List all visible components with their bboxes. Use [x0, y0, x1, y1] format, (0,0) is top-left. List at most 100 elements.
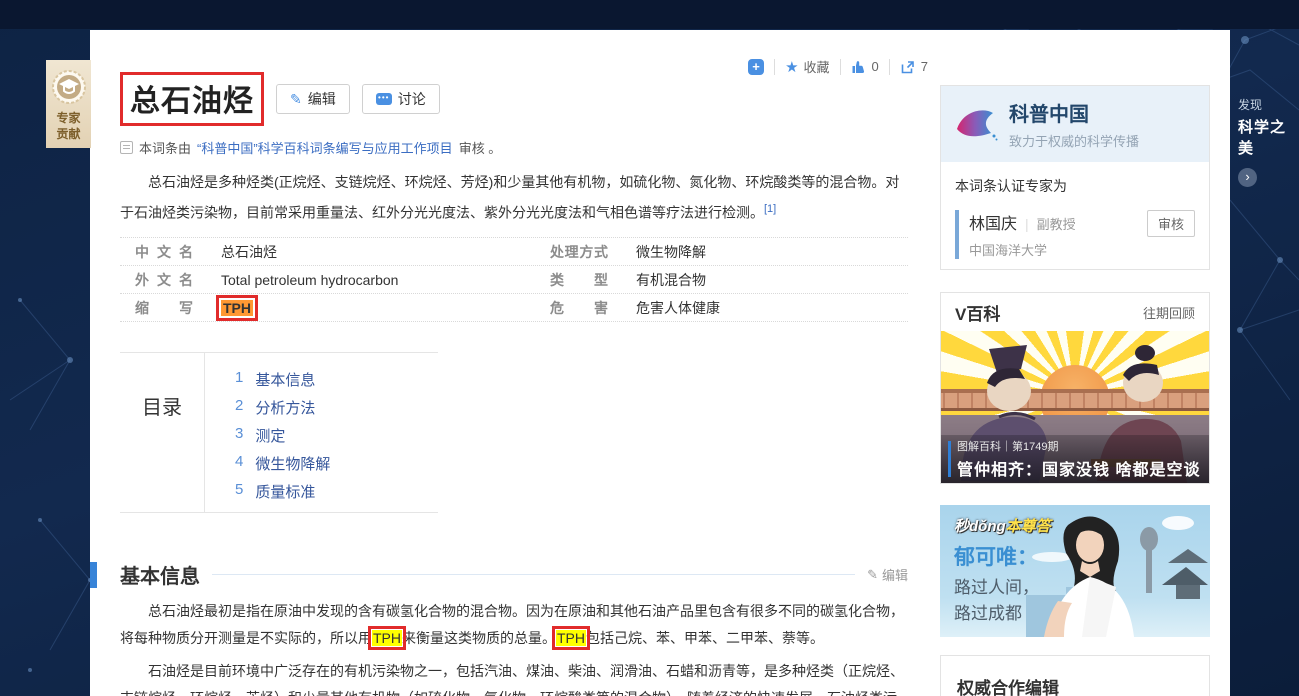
expert-title: 副教授 — [1037, 217, 1076, 232]
page-title: 总石油烃 — [120, 72, 264, 126]
ad-celebrity-name: 郁可唯： — [954, 541, 1038, 571]
paragraph-text: 包括己烷、苯、甲苯、二甲苯、萘等。 — [586, 630, 824, 646]
infobox-value: Total petroleum hydrocarbon — [221, 272, 535, 288]
favorite-label: 收藏 — [804, 57, 830, 76]
favorite-button[interactable]: ★ 收藏 — [785, 57, 829, 76]
like-count: 0 — [872, 59, 879, 74]
infobox-label: 类型 — [550, 270, 608, 290]
expert-organization: 中国海洋大学 — [969, 240, 1195, 259]
infobox-value-abbreviation: TPH — [221, 300, 535, 316]
title-row: 总石油烃 ✎ 编辑 ••• 讨论 — [120, 72, 440, 126]
kepu-title: 科普中国 — [1009, 98, 1139, 127]
expert-badge-label-line1: 专家 — [56, 110, 80, 126]
paragraph-text: 来衡量这类物质的总量。 — [402, 630, 556, 646]
entry-actions-bar: + ★ 收藏 0 7 — [748, 57, 928, 76]
toc-items: 1基本信息 2分析方法 3测定 4微生物降解 5质量标准 — [205, 353, 438, 512]
infobox-value: 有机混合物 — [636, 270, 908, 290]
section-title: 基本信息 — [120, 560, 200, 589]
toc-title: 目录 — [120, 353, 205, 512]
section-edit-link[interactable]: ✎ 编辑 — [867, 565, 908, 584]
share-count: 7 — [921, 59, 928, 74]
share-button[interactable]: 7 — [900, 59, 928, 75]
tph-highlight-annotated: TPH — [372, 630, 402, 646]
infobox-value: 危害人体健康 — [636, 298, 908, 318]
certified-expert-label: 本词条认证专家为 — [955, 176, 1195, 196]
divider — [889, 59, 890, 75]
section-accent-bar — [90, 562, 97, 588]
v-baike-header: V百科 往期回顾 — [941, 293, 1209, 331]
chevron-right-icon[interactable]: › — [1238, 168, 1257, 187]
ad-logo: 秒dǒng本尊答 — [954, 515, 1051, 536]
discover-title: 科学之美 — [1238, 116, 1299, 158]
toc-item-determination[interactable]: 3测定 — [235, 425, 438, 453]
divider — [774, 59, 775, 75]
comic-caption-overlay: 图解百科｜第1749期 管仲相齐：国家没钱 啥都是空谈 — [941, 435, 1209, 483]
star-icon: ★ — [785, 58, 798, 76]
paragraph-text: 石油烃是目前环境中广泛存在的有机污染物之一，包括汽油、煤油、柴油、润滑油、石蜡和… — [120, 663, 904, 696]
expert-contribution-badge[interactable]: 专家 贡献 — [46, 60, 91, 148]
table-of-contents: 目录 1基本信息 2分析方法 3测定 4微生物降解 5质量标准 — [120, 352, 438, 513]
kepu-subtitle: 致力于权威的科学传播 — [1009, 131, 1139, 150]
infobox-label: 中文名 — [135, 242, 193, 262]
infobox-label: 处理方式 — [550, 242, 608, 262]
ad-tagline-2: 路过成都 — [954, 599, 1022, 624]
authoritative-partner-card: 权威合作编辑 — [940, 655, 1210, 696]
past-issues-link[interactable]: 往期回顾 — [1143, 303, 1195, 322]
comment-icon: ••• — [376, 93, 392, 105]
infobox-row: 中文名 总石油烃 处理方式 微生物降解 — [120, 238, 908, 266]
intro-text: 总石油烃是多种烃类(正烷烃、支链烷烃、环烷烃、芳烃)和少量其他有机物，如硫化物、… — [120, 174, 899, 221]
edit-entry-label: 编辑 — [308, 89, 336, 109]
comic-issue-tag: 图解百科｜第1749期 — [957, 438, 1209, 454]
thumbs-up-icon — [851, 59, 867, 75]
discover-label: 发现 — [1238, 96, 1299, 113]
v-baike-comic-image[interactable]: 图解百科｜第1749期 管仲相齐：国家没钱 啥都是空谈 — [941, 331, 1209, 483]
kepu-china-card: 科普中国 致力于权威的科学传播 本词条认证专家为 林国庆 | 副教授 中国海洋大学 … — [940, 85, 1210, 270]
expert-badge-label-line2: 贡献 — [56, 126, 80, 142]
caption-accent-bar — [948, 441, 951, 477]
comic-caption-title: 管仲相齐：国家没钱 啥都是空谈 — [957, 456, 1209, 480]
discuss-button[interactable]: ••• 讨论 — [362, 84, 440, 114]
partner-card-title: 权威合作编辑 — [941, 656, 1209, 696]
infobox-value: 总石油烃 — [221, 242, 535, 262]
kepu-china-logo — [953, 103, 999, 145]
top-navigation-bar — [0, 0, 1299, 29]
share-icon — [900, 59, 916, 75]
ad-tagline-1: 路过人间， — [954, 573, 1039, 598]
plus-icon: + — [748, 59, 764, 75]
notice-prefix: 本词条由 — [139, 138, 191, 157]
edit-entry-button[interactable]: ✎ 编辑 — [276, 84, 350, 114]
add-button[interactable]: + — [748, 59, 764, 75]
v-baike-title: V百科 — [955, 300, 1000, 325]
basic-info-paragraph-1: 总石油烃最初是指在原油中发现的含有碳氢化合物的混合物。因为在原油和其他石油产品里… — [120, 598, 908, 652]
section-header-basic-info: 基本信息 ✎ 编辑 — [90, 560, 908, 589]
tph-abbreviation-annotated: TPH — [221, 300, 253, 316]
toc-item-quality-standard[interactable]: 5质量标准 — [235, 481, 438, 509]
toc-item-analysis-methods[interactable]: 2分析方法 — [235, 397, 438, 425]
pencil-icon: ✎ — [867, 567, 878, 583]
pencil-icon: ✎ — [290, 91, 302, 108]
ad-banner[interactable]: 秒dǒng本尊答 郁可唯： 路过人间， 路过成都 — [940, 505, 1210, 637]
toc-item-biodegradation[interactable]: 4微生物降解 — [235, 453, 438, 481]
kepu-card-header: 科普中国 致力于权威的科学传播 — [941, 86, 1209, 162]
kepu-card-body: 本词条认证专家为 林国庆 | 副教授 中国海洋大学 审核 — [941, 162, 1209, 259]
notice-suffix: 审核 。 — [459, 138, 502, 157]
infobox-row: 缩写 TPH 危害 危害人体健康 — [120, 294, 908, 322]
infobox-value: 微生物降解 — [636, 242, 908, 262]
infobox-label: 外文名 — [135, 270, 193, 290]
graduation-cap-icon — [52, 70, 86, 104]
reference-link-1[interactable]: [1] — [764, 203, 776, 215]
section-divider-line — [212, 574, 855, 575]
tph-highlight-annotated: TPH — [556, 630, 586, 646]
expert-name[interactable]: 林国庆 — [969, 216, 1017, 233]
v-baike-card: V百科 往期回顾 图解百科｜第1749期 管仲相齐：国家没钱 啥都是空谈 — [940, 292, 1210, 484]
review-badge[interactable]: 审核 — [1147, 210, 1195, 237]
divider: | — [1025, 216, 1029, 232]
toc-item-basic-info[interactable]: 1基本信息 — [235, 369, 438, 397]
intro-paragraph: 总石油烃是多种烃类(正烷烃、支链烷烃、环烷烃、芳烃)和少量其他有机物，如硫化物、… — [120, 169, 908, 227]
divider — [840, 59, 841, 75]
basic-info-paragraph-2: 石油烃是目前环境中广泛存在的有机污染物之一，包括汽油、煤油、柴油、润滑油、石蜡和… — [120, 658, 908, 696]
discover-science-beauty: 发现 科学之美 › — [1238, 96, 1299, 187]
kepu-project-link[interactable]: “科普中国”科学百科词条编写与应用工作项目 — [197, 138, 453, 157]
document-icon — [120, 141, 133, 154]
like-button[interactable]: 0 — [851, 59, 879, 75]
